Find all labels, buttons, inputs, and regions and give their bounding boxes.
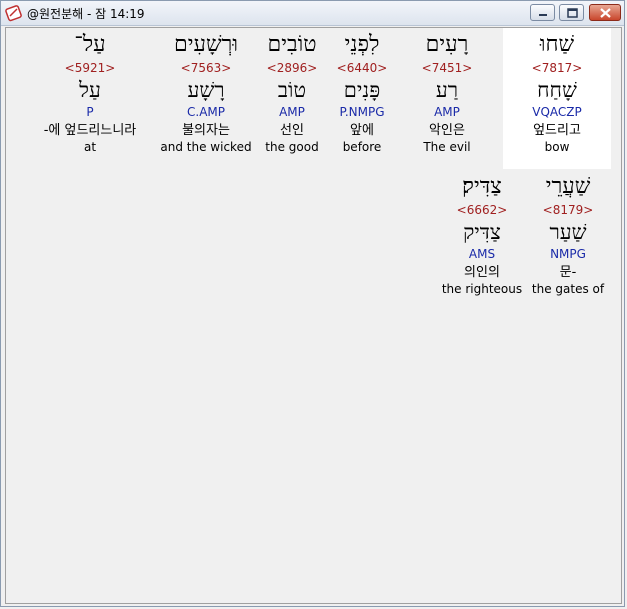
korean-gloss: 문- bbox=[559, 265, 577, 280]
strong-number[interactable]: <2896> bbox=[254, 60, 330, 78]
korean-gloss: -에 엎드리느니라 bbox=[43, 123, 137, 138]
hebrew-word: שַׁחוּ bbox=[539, 32, 575, 57]
english-gloss: the good bbox=[265, 140, 319, 154]
morphology: AMP bbox=[279, 105, 305, 119]
strong-number[interactable]: <7817> bbox=[503, 60, 611, 78]
hebrew-word: צַדִּיק׃ bbox=[462, 174, 502, 199]
korean-gloss: 의인의 bbox=[464, 265, 500, 280]
morphology: P.NMPG bbox=[339, 105, 385, 119]
english-gloss: and the wicked bbox=[160, 140, 252, 154]
english-gloss: before bbox=[342, 140, 382, 154]
lemma: רַע bbox=[435, 78, 459, 102]
morphology: AMP bbox=[434, 105, 460, 119]
strong-number[interactable]: <8179> bbox=[524, 202, 612, 220]
lemma: שָׁחַח bbox=[537, 78, 577, 102]
hebrew-word: שַׁעֲרֵי bbox=[545, 174, 591, 199]
close-icon bbox=[600, 8, 611, 18]
morphology: NMPG bbox=[550, 247, 586, 261]
korean-gloss: 앞에 bbox=[350, 123, 374, 138]
minimize-button[interactable] bbox=[530, 4, 555, 21]
morphology: P bbox=[86, 105, 94, 119]
word-column[interactable]: רָעִים <7451> רַע AMP 악인은 The evil bbox=[402, 28, 492, 156]
interlinear-panel: שַׁחוּ <7817> שָׁחַח VQACZP 엎드리고 bow רָע… bbox=[5, 27, 622, 604]
strong-number[interactable]: <5921> bbox=[28, 60, 152, 78]
lemma: שַׁעַר bbox=[549, 220, 587, 244]
hebrew-word: וּרְשָׁעִים bbox=[174, 32, 238, 57]
hebrew-word: טוֹבִים bbox=[267, 32, 317, 57]
english-gloss: at bbox=[83, 140, 97, 154]
korean-gloss: 불의자는 bbox=[182, 123, 230, 138]
minimize-icon bbox=[539, 14, 547, 16]
word-column[interactable]: וּרְשָׁעִים <7563> רָשָׁע C.AMP 불의자는 and… bbox=[158, 28, 254, 156]
morphology: AMS bbox=[468, 247, 496, 261]
strong-number[interactable]: <6440> bbox=[324, 60, 400, 78]
word-column[interactable]: שַׁחוּ <7817> שָׁחַח VQACZP 엎드리고 bow bbox=[503, 28, 611, 169]
hebrew-word: עַל־ bbox=[74, 32, 106, 57]
morphology: C.AMP bbox=[187, 105, 225, 119]
app-icon bbox=[5, 4, 23, 22]
hebrew-word: רָעִים bbox=[425, 32, 469, 57]
strong-number[interactable]: <7563> bbox=[158, 60, 254, 78]
maximize-icon bbox=[567, 8, 578, 18]
word-column[interactable]: שַׁעֲרֵי <8179> שַׁעַר NMPG 문- the gates… bbox=[524, 170, 612, 298]
window-title: @원전분해 - 잠 14:19 bbox=[27, 7, 145, 21]
app-window: @원전분해 - 잠 14:19 שַׁחוּ <7817> שָׁחַח VQA… bbox=[0, 0, 625, 607]
word-column[interactable]: עַל־ <5921> עַל P -에 엎드리느니라 at bbox=[28, 28, 152, 156]
english-gloss: bow bbox=[544, 140, 570, 154]
korean-gloss: 악인은 bbox=[429, 123, 465, 138]
english-gloss: the gates of bbox=[531, 282, 605, 296]
korean-gloss: 엎드리고 bbox=[533, 123, 581, 138]
word-column[interactable]: לִפְנֵי <6440> פָּנִים P.NMPG 앞에 before bbox=[324, 28, 400, 156]
lemma: צַדִּיק bbox=[463, 220, 501, 244]
strong-number[interactable]: <6662> bbox=[436, 202, 528, 220]
maximize-button[interactable] bbox=[559, 4, 584, 21]
lemma: רָשָׁע bbox=[187, 78, 225, 102]
english-gloss: The evil bbox=[423, 140, 471, 154]
english-gloss: the righteous bbox=[441, 282, 523, 296]
strong-number[interactable]: <7451> bbox=[402, 60, 492, 78]
word-column[interactable]: טוֹבִים <2896> טוֹב AMP 선인 the good bbox=[254, 28, 330, 156]
morphology: VQACZP bbox=[532, 105, 582, 119]
close-button[interactable] bbox=[589, 4, 621, 21]
lemma: עַל bbox=[79, 78, 101, 102]
lemma: טוֹב bbox=[277, 78, 307, 102]
title-bar[interactable]: @원전분해 - 잠 14:19 bbox=[1, 1, 624, 26]
word-column[interactable]: צַדִּיק׃ <6662> צַדִּיק AMS 의인의 the righ… bbox=[436, 170, 528, 298]
korean-gloss: 선인 bbox=[280, 123, 304, 138]
hebrew-word: לִפְנֵי bbox=[344, 32, 380, 57]
lemma: פָּנִים bbox=[343, 78, 381, 102]
